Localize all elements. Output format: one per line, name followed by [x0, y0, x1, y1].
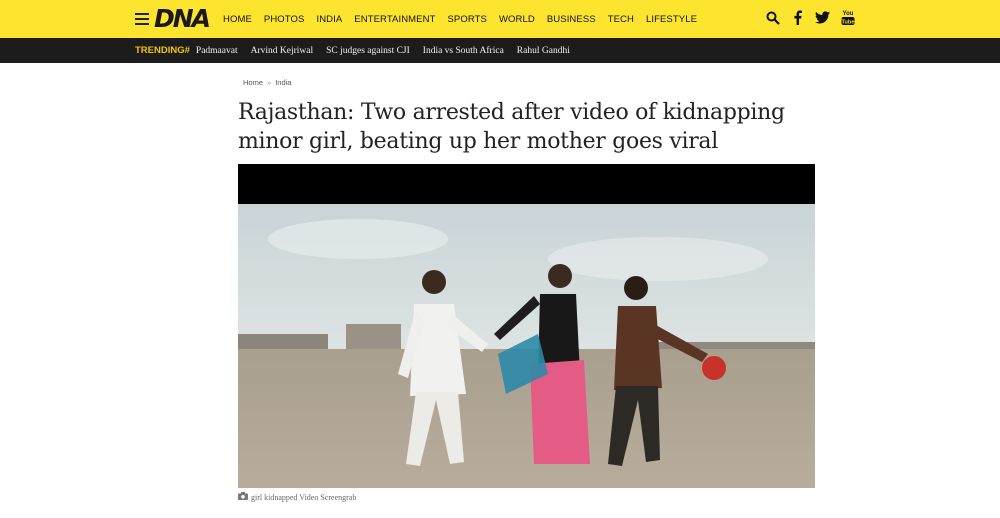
article-video[interactable] [238, 164, 815, 488]
facebook-icon[interactable] [790, 9, 805, 26]
site-logo[interactable]: DNA [154, 4, 211, 34]
trending-item[interactable]: Padmaavat [196, 46, 238, 56]
trending-item[interactable]: India vs South Africa [423, 46, 504, 56]
trending-label: TRENDING# [135, 45, 190, 56]
caption-text: girl kidnapped Video Screengrab [251, 492, 357, 502]
nav-entertainment[interactable]: ENTERTAINMENT [354, 14, 435, 25]
video-screengrab [238, 164, 815, 488]
twitter-icon[interactable] [815, 9, 830, 26]
svg-text:Tube: Tube [841, 19, 854, 25]
image-caption: girl kidnapped Video Screengrab [238, 492, 356, 502]
breadcrumb-separator: » [267, 78, 272, 87]
trending-item[interactable]: Rahul Gandhi [517, 46, 570, 56]
nav-home[interactable]: HOME [223, 14, 252, 25]
nav-tech[interactable]: TECH [608, 14, 634, 25]
breadcrumb-home[interactable]: Home [243, 78, 263, 87]
article-headline: Rajasthan: Two arrested after video of k… [238, 100, 785, 154]
nav-photos[interactable]: PHOTOS [264, 14, 305, 25]
nav-business[interactable]: BUSINESS [547, 14, 596, 25]
trending-item[interactable]: Arvind Kejriwal [251, 46, 314, 56]
camera-icon [238, 492, 248, 502]
trending-bar: TRENDING# Padmaavat Arvind Kejriwal SC j… [0, 38, 1000, 63]
svg-text:You: You [842, 11, 853, 17]
menu-icon[interactable] [135, 13, 149, 25]
nav-india[interactable]: INDIA [316, 14, 342, 25]
youtube-icon[interactable]: You Tube [840, 9, 855, 26]
social-links: You Tube [765, 9, 855, 26]
main-nav: HOME PHOTOS INDIA ENTERTAINMENT SPORTS W… [223, 0, 709, 38]
nav-lifestyle[interactable]: LIFESTYLE [646, 14, 697, 25]
breadcrumb-india[interactable]: India [275, 78, 291, 87]
nav-sports[interactable]: SPORTS [447, 14, 487, 25]
nav-world[interactable]: WORLD [499, 14, 535, 25]
search-icon[interactable] [765, 9, 780, 26]
breadcrumb: Home » India [243, 78, 291, 87]
top-navbar: DNA HOME PHOTOS INDIA ENTERTAINMENT SPOR… [0, 0, 1000, 38]
trending-item[interactable]: SC judges against CJI [326, 46, 410, 56]
